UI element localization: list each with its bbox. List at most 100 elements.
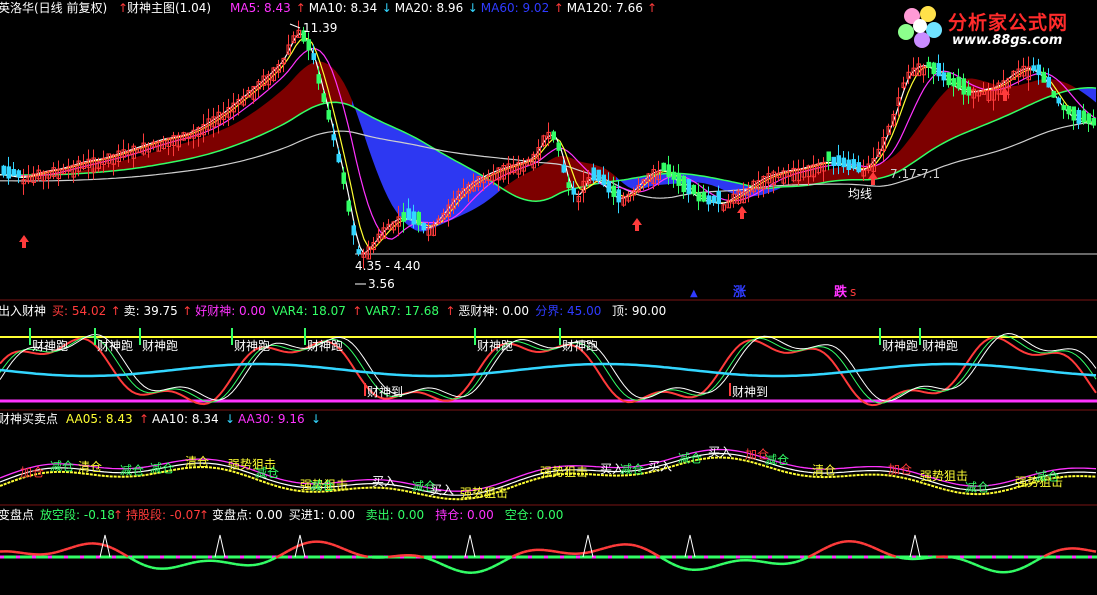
- biandian-segment: [111, 546, 117, 552]
- biandian-segment: [803, 556, 809, 561]
- candle-body: [351, 225, 356, 236]
- trade-mark: 减仓: [1035, 469, 1059, 483]
- biandian-segment: [287, 547, 293, 553]
- biandian-segment: [335, 544, 341, 549]
- biandian-segment: [631, 543, 637, 547]
- candle-body: [406, 208, 411, 221]
- indicator-label: 放空段: -0.18: [40, 507, 115, 522]
- biandian-segment: [879, 549, 885, 554]
- caishen-run-mark: 财神跑: [562, 339, 598, 353]
- biandian-segment: [451, 567, 457, 572]
- biandian-segment: [795, 559, 801, 564]
- candle-body: [1031, 65, 1036, 71]
- candle-body: [856, 162, 861, 173]
- candle-body: [306, 39, 311, 51]
- indicator-label: AA10: 8.34: [152, 412, 219, 426]
- turn-spike: [464, 534, 476, 558]
- indicator-label: 好财神: 0.00: [195, 304, 266, 318]
- biandian-segment: [491, 564, 497, 569]
- biandian-segment: [703, 566, 709, 571]
- biandian-segment: [819, 547, 825, 553]
- biandian-segment: [611, 544, 617, 548]
- biandian-segment: [987, 568, 993, 572]
- candle-body: [331, 134, 336, 141]
- trade-mark: 减仓: [620, 463, 644, 477]
- trade-mark: 买入: [430, 483, 454, 497]
- biandian-segment: [767, 561, 773, 565]
- trade-mark: 清仓: [812, 464, 836, 478]
- trade-mark: 减仓: [765, 453, 789, 467]
- indicator-label: VAR7: 17.68: [365, 304, 439, 318]
- biandian-segment: [479, 569, 485, 573]
- biandian-title: 变盘点: [0, 507, 34, 522]
- indicator-arrow-icon: ↑: [296, 1, 306, 15]
- caishen-run-mark: 财神跑: [477, 339, 513, 353]
- biandian-segment: [727, 560, 733, 564]
- candle-body: [1066, 105, 1071, 115]
- candle-body: [666, 164, 671, 178]
- die-label: 跌: [834, 284, 848, 300]
- candle-body: [1076, 109, 1081, 124]
- biandian-segment: [1015, 567, 1021, 572]
- indicator-label: 持仓: 0.00: [435, 507, 494, 522]
- biandian-segment: [195, 560, 201, 564]
- indicator-label: AA30: 9.16: [238, 412, 305, 426]
- biandian-segment: [63, 547, 69, 552]
- indicator-arrow-icon: ↓: [468, 1, 478, 15]
- biandian-segment: [55, 550, 61, 554]
- low-price-label: 3.56: [368, 277, 395, 291]
- candle-body: [11, 169, 16, 176]
- biandian-segment: [459, 570, 465, 574]
- ma-band-fill: [44, 61, 352, 175]
- biandian-segment: [603, 545, 609, 550]
- candle-body: [1056, 97, 1061, 104]
- biandian-segment: [519, 550, 525, 555]
- biandian-segment: [435, 560, 441, 565]
- biandian-segment: [963, 559, 969, 563]
- low-range-label: 4.35 - 4.40: [355, 259, 420, 273]
- biandian-segment: [555, 550, 561, 554]
- biandian-segment: [887, 552, 893, 557]
- candle-body: [661, 162, 666, 171]
- trade-mark: 强势狙击: [920, 469, 968, 483]
- indicator-label: 分界: 45.00: [535, 304, 601, 318]
- biandian-segment: [595, 548, 601, 552]
- candle-body: [686, 179, 691, 195]
- indicator-label: 空仓: 0.00: [505, 508, 564, 522]
- indicator-label: MA120: 7.66: [567, 1, 643, 15]
- candle-body: [1081, 110, 1086, 123]
- candle-body: [676, 173, 681, 186]
- indicator-label: VAR4: 18.07: [272, 304, 346, 318]
- biandian-segment: [1031, 559, 1037, 565]
- biandian-segment: [711, 564, 717, 569]
- ma-band-fill: [1076, 87, 1096, 103]
- biandian-segment: [763, 560, 769, 564]
- biandian-segment: [731, 559, 737, 563]
- trade-mark: 减仓: [150, 461, 174, 475]
- candle-body: [1046, 76, 1051, 88]
- biandian-segment: [1023, 564, 1029, 569]
- biandian-segment: [431, 558, 437, 563]
- maimai-marks: 加仓 减仓 清仓 减仓 减仓 清仓 强势狙击减仓强势狙击减仓 买入 减仓买入 强势狙击强势狙击 买入…: [20, 445, 1063, 500]
- biandian-segment: [1059, 547, 1065, 552]
- biandian-segment: [107, 545, 113, 550]
- biandian-segment: [759, 560, 765, 564]
- biandian-segment: [515, 552, 521, 557]
- biandian-lines: [0, 534, 1097, 574]
- trade-mark: 减仓: [310, 479, 334, 493]
- biandian-segment: [1007, 570, 1013, 574]
- biandian-segment: [823, 545, 829, 550]
- biandian-segment: [151, 566, 157, 570]
- biandian-segment: [1083, 548, 1089, 552]
- candle-body: [1086, 113, 1091, 124]
- candle-body: [336, 153, 341, 163]
- biandian-segment: [495, 562, 501, 567]
- candle-body: [596, 169, 601, 181]
- biandian-segment: [607, 544, 613, 549]
- trade-mark: 加仓: [20, 466, 44, 480]
- biandian-segment: [647, 549, 653, 554]
- trade-mark: 买入: [648, 460, 672, 474]
- biandian-segment: [303, 541, 309, 545]
- biandian-segment: [175, 564, 181, 569]
- biandian-segment: [895, 555, 901, 559]
